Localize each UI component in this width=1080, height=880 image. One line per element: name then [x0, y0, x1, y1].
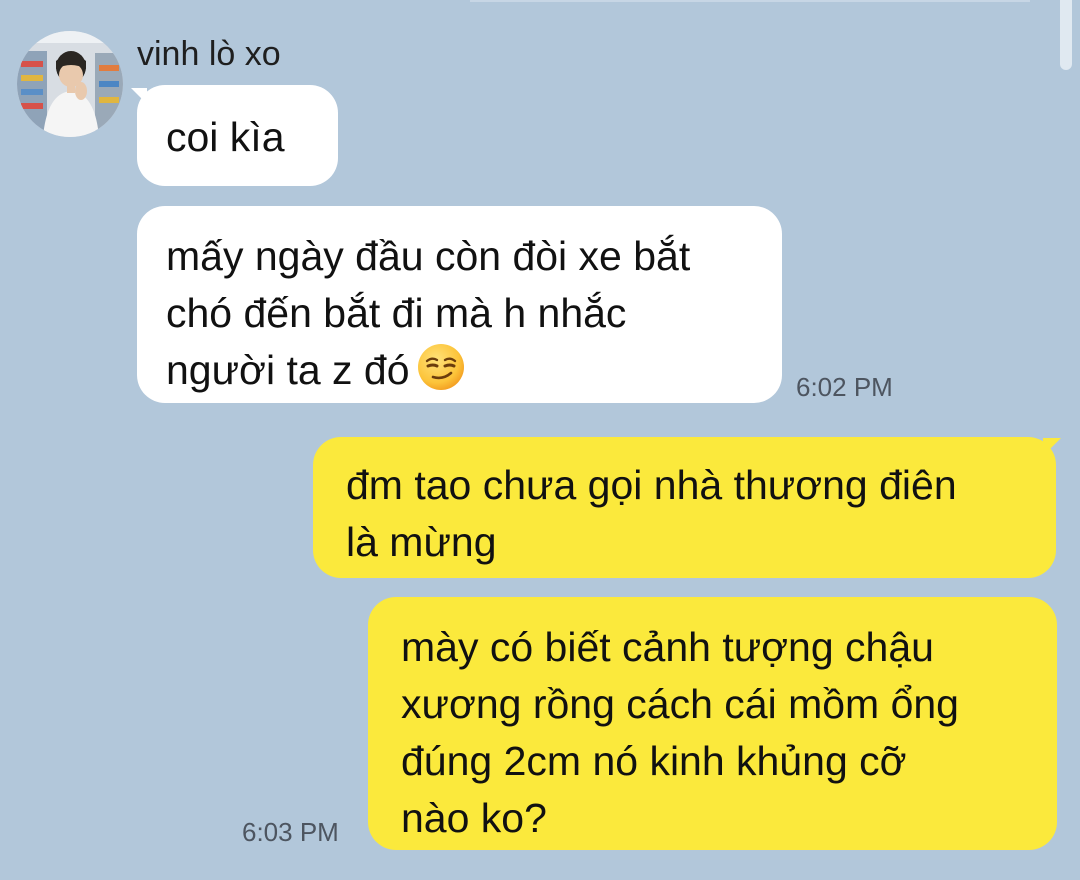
profile-photo-avatar [17, 31, 123, 137]
message-text-line: nào ko? [401, 795, 547, 841]
message-text-line: mày có biết cảnh tượng chậu [401, 624, 934, 670]
avatar[interactable] [17, 31, 123, 137]
message-bubble-outgoing[interactable]: mày có biết cảnh tượng chậu xương rồng c… [368, 597, 1057, 850]
message-text-line: đúng 2cm nó kinh khủng cỡ [401, 738, 907, 784]
message-text-line: xương rồng cách cái mồm ổng [401, 681, 959, 727]
sender-name: vinh lò xo [137, 35, 281, 73]
smirk-emoji-icon [417, 344, 464, 390]
message-timestamp: 6:02 PM [796, 372, 893, 402]
message-bubble-incoming[interactable]: mấy ngày đầu còn đòi xe bắt chó đến bắt … [137, 206, 782, 403]
message-text-line: người ta z đó [166, 342, 782, 399]
chat-view: vinh lò xo coi kìa mấy ngày đầu còn đòi … [0, 0, 1080, 880]
message-text-segment: người ta z đó [166, 347, 410, 393]
message-text-line: coi kìa [166, 114, 285, 160]
message-bubble-incoming[interactable]: coi kìa [137, 85, 338, 186]
header-edge [470, 0, 1030, 2]
message-timestamp: 6:03 PM [242, 817, 339, 847]
message-text-line: mấy ngày đầu còn đòi xe bắt [166, 233, 691, 279]
scrollbar[interactable] [1060, 0, 1072, 70]
message-bubble-outgoing[interactable]: đm tao chưa gọi nhà thương điên là mừng [313, 437, 1056, 578]
message-text-line: chó đến bắt đi mà h nhắc [166, 290, 627, 336]
message-text-line: là mừng [346, 519, 497, 565]
message-text-line: đm tao chưa gọi nhà thương điên [346, 462, 957, 508]
